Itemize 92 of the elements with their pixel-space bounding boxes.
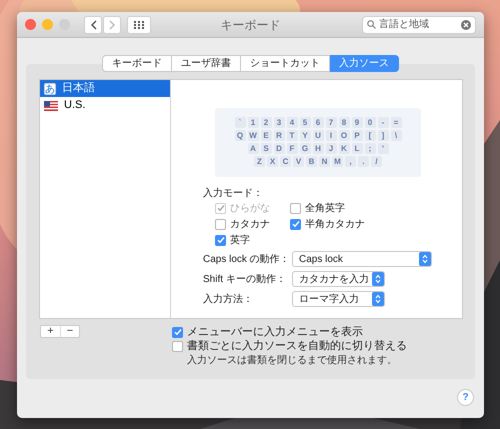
remove-button[interactable]: − <box>60 326 79 337</box>
keycap: 4 <box>286 117 298 128</box>
keycap: W <box>248 130 258 141</box>
stepper-icon <box>372 292 384 306</box>
setting-label: Shift キーの動作： <box>203 272 287 286</box>
search-field[interactable]: 言語と地域 <box>362 16 476 34</box>
keycap: L <box>352 143 362 154</box>
keycap: ` <box>234 117 246 128</box>
keycap: . <box>358 156 369 167</box>
checkbox[interactable] <box>215 234 226 246</box>
checkbox-label: 書類ごとに入力ソースを自動的に切り替える <box>187 338 407 354</box>
keycap: N <box>319 156 330 167</box>
tab[interactable]: ショートカット <box>241 55 330 72</box>
keycap: E <box>260 130 272 141</box>
stepper-icon <box>372 272 384 286</box>
keycap: X <box>267 156 278 167</box>
keycap: 1 <box>248 117 258 128</box>
stepper-icon <box>419 252 431 266</box>
input-mode-label: 入力モード： <box>203 186 264 201</box>
keycap: G <box>300 143 310 154</box>
checkbox[interactable] <box>290 218 301 230</box>
kana-icon: あ <box>44 82 56 94</box>
keycap: P <box>352 130 362 141</box>
checkbox[interactable] <box>290 202 301 214</box>
checkbox-label: メニューバーに入力メニューを表示 <box>187 324 363 340</box>
keycap: R <box>274 130 284 141</box>
keycap: 9 <box>352 117 362 128</box>
checkbox-label: 半角カタカナ <box>305 218 365 232</box>
keycap: 5 <box>300 117 310 128</box>
keycap: C <box>280 156 291 167</box>
tab[interactable]: キーボード <box>102 55 172 72</box>
grid-button[interactable] <box>127 16 151 34</box>
checkbox-label: ひらがな <box>230 202 270 216</box>
chevron-left-icon <box>90 20 96 30</box>
keycap: A <box>248 143 258 154</box>
keycap: 2 <box>260 117 272 128</box>
keycap: D <box>274 143 284 154</box>
keycap: H <box>312 143 324 154</box>
keycap: 0 <box>364 117 376 128</box>
back-button[interactable] <box>84 16 102 34</box>
keycap: , <box>345 156 356 167</box>
keycap: I <box>326 130 336 141</box>
keycap: Q <box>234 130 246 141</box>
popup-menu[interactable]: ローマ字入力 <box>292 291 385 307</box>
keycap: [ <box>364 130 376 141</box>
checkbox[interactable] <box>172 326 183 338</box>
chevron-right-icon <box>108 20 116 30</box>
keycap: 7 <box>326 117 336 128</box>
keycap: 6 <box>312 117 324 128</box>
keycap: F <box>286 143 298 154</box>
keycap: U <box>312 130 324 141</box>
checkbox[interactable] <box>215 218 226 230</box>
popup-menu[interactable]: Caps lock <box>292 251 432 267</box>
keycap: M <box>332 156 343 167</box>
keycap: J <box>326 143 336 154</box>
keycap: = <box>390 117 402 128</box>
tab[interactable]: ユーザ辞書 <box>172 55 241 72</box>
keycap: O <box>338 130 350 141</box>
input-source-item[interactable]: あ 日本語 <box>40 80 170 97</box>
minimize-button[interactable] <box>42 19 53 30</box>
note-text: 入力ソースは書類を閉じるまで使用されます。 <box>187 354 398 368</box>
keycap: / <box>371 156 382 167</box>
close-button[interactable] <box>25 19 36 30</box>
checkbox[interactable] <box>172 340 183 352</box>
setting-label: Caps lock の動作： <box>203 252 291 266</box>
popup-menu[interactable]: カタカナを入力 <box>292 271 385 287</box>
checkbox-label: 全角英字 <box>305 202 345 216</box>
window-title: キーボード <box>220 16 280 34</box>
keycap: 8 <box>338 117 350 128</box>
keycap: V <box>293 156 304 167</box>
keycap: S <box>260 143 272 154</box>
checkbox-label: 英字 <box>230 234 250 248</box>
flag-icon <box>44 100 58 110</box>
input-source-item[interactable]: U.S. <box>40 97 170 114</box>
clear-icon[interactable] <box>461 20 471 30</box>
keycap: T <box>286 130 298 141</box>
search-icon <box>367 20 376 29</box>
keycap: ] <box>378 130 388 141</box>
keycap: K <box>338 143 350 154</box>
checkbox-label: カタカナ <box>230 218 270 232</box>
search-text: 言語と地域 <box>379 18 430 32</box>
keycap: - <box>378 117 388 128</box>
keycap: \ <box>390 130 402 141</box>
keycap: ' <box>378 143 388 154</box>
keycap: ; <box>364 143 376 154</box>
keycap: B <box>306 156 317 167</box>
add-button[interactable]: + <box>41 326 60 337</box>
grid-icon <box>134 20 144 28</box>
keycap: 3 <box>274 117 284 128</box>
keycap: Y <box>300 130 310 141</box>
keycap: Z <box>254 156 265 167</box>
setting-label: 入力方法： <box>203 292 254 306</box>
